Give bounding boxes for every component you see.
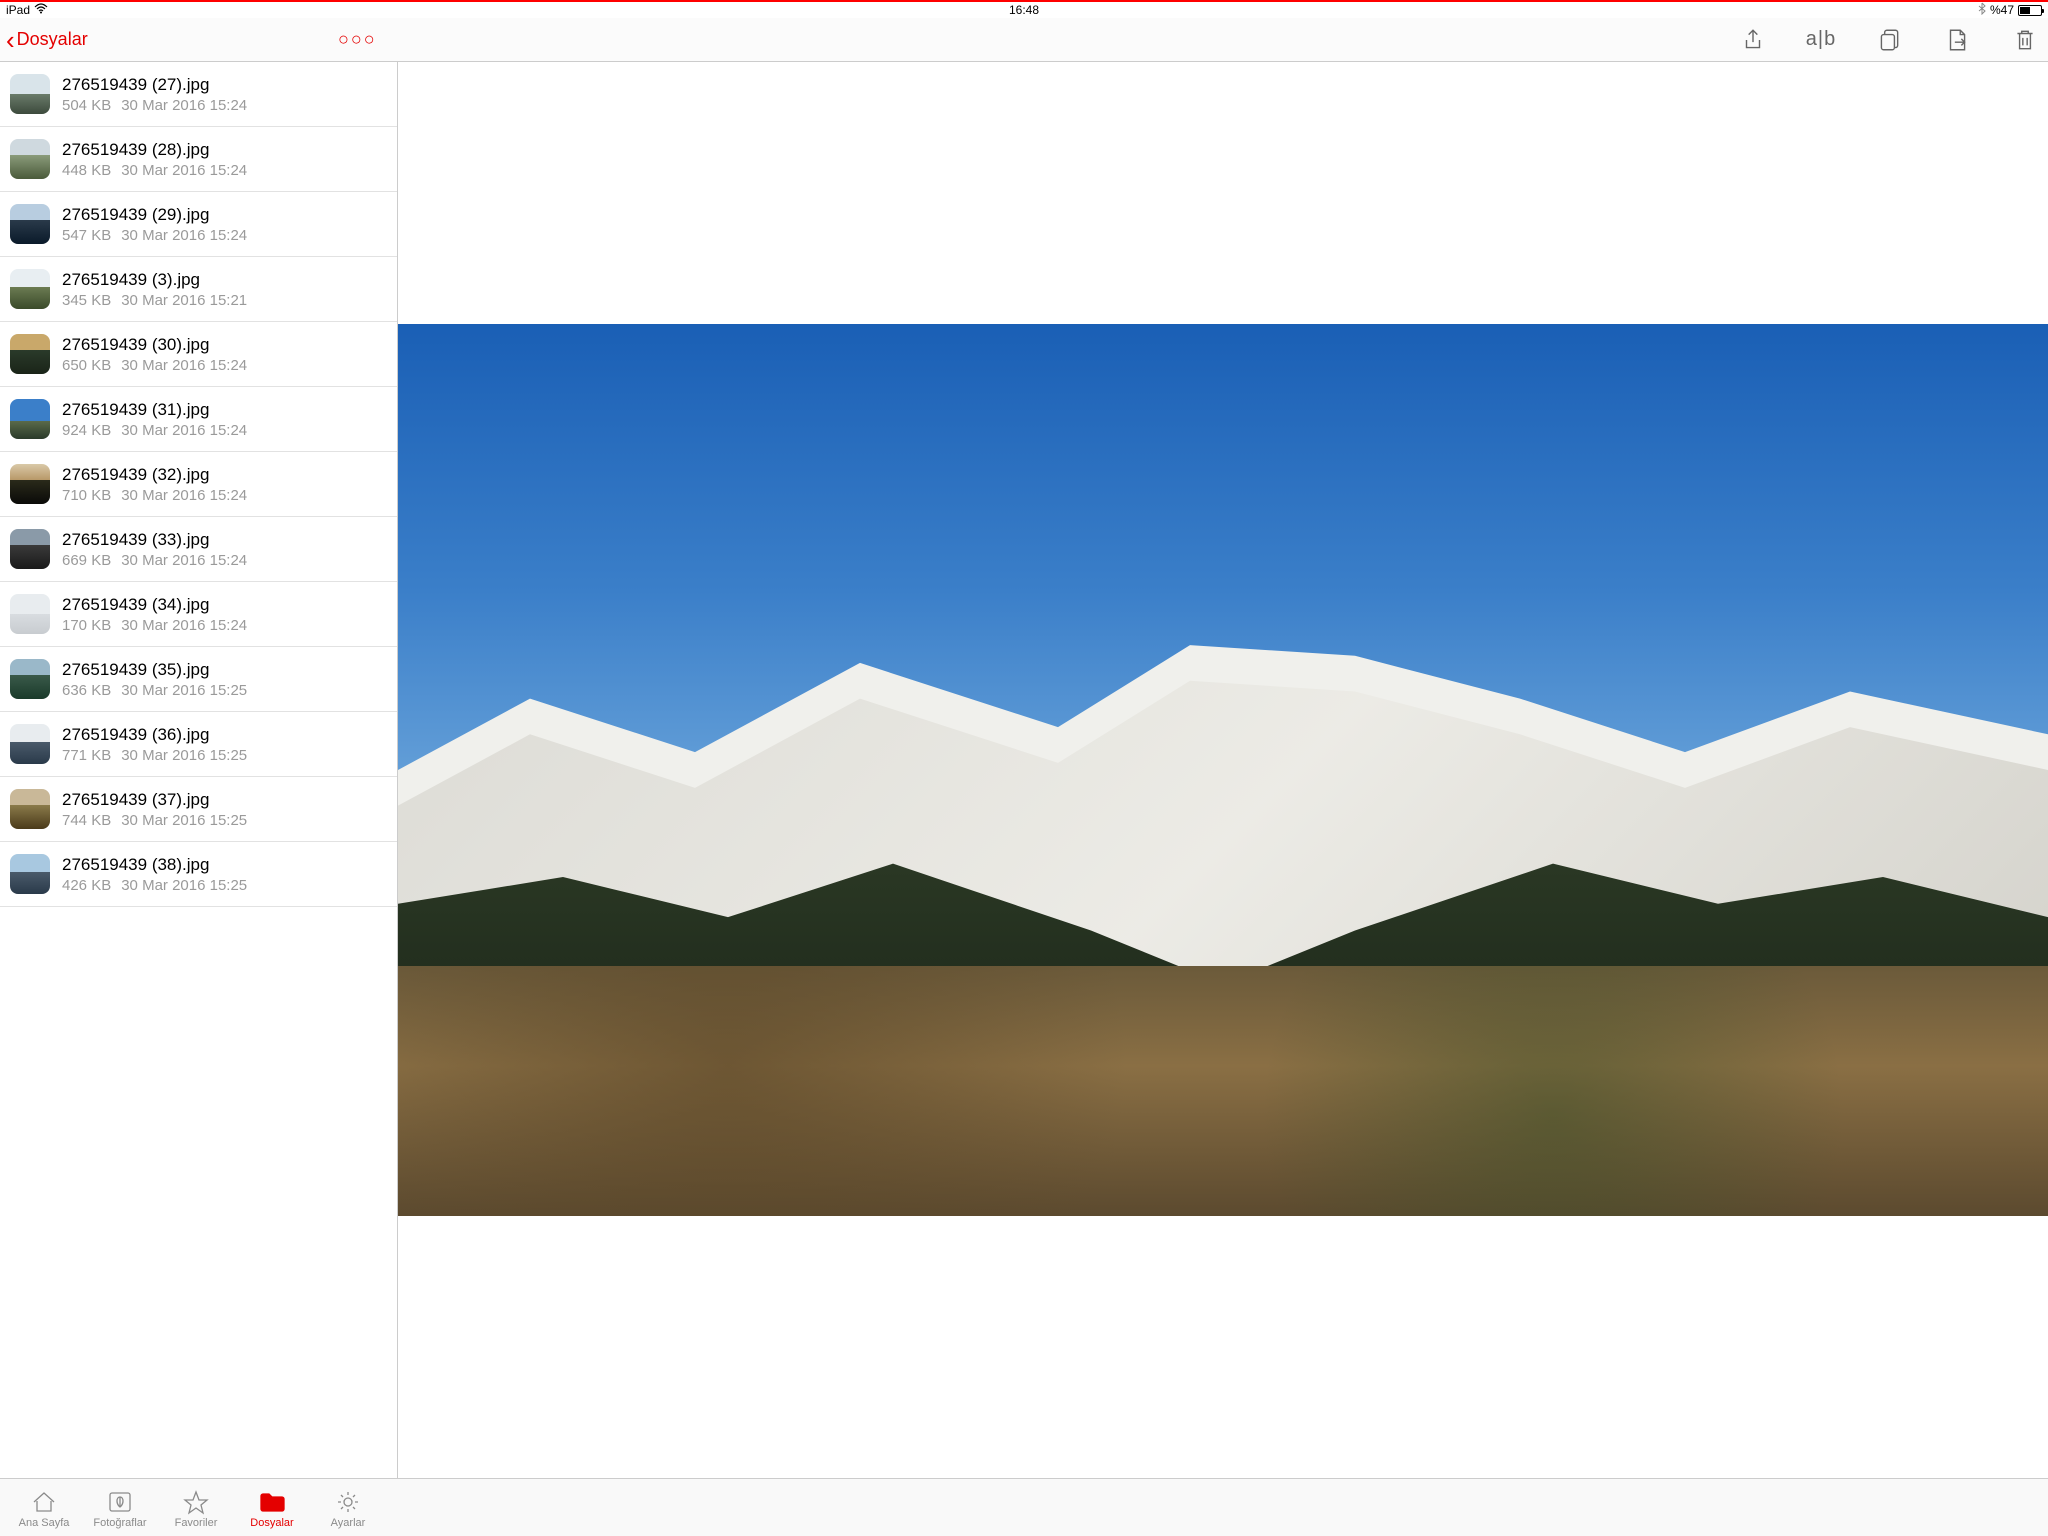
file-name: 276519439 (3).jpg <box>62 269 391 291</box>
file-name: 276519439 (29).jpg <box>62 204 391 226</box>
file-name: 276519439 (38).jpg <box>62 854 391 876</box>
device-label: iPad <box>6 3 30 17</box>
file-row[interactable]: 276519439 (29).jpg547 KB30 Mar 2016 15:2… <box>0 192 397 257</box>
file-list[interactable]: 276519439 (27).jpg504 KB30 Mar 2016 15:2… <box>0 62 398 1478</box>
tab-label: Ayarlar <box>331 1517 366 1529</box>
file-meta: 771 KB30 Mar 2016 15:25 <box>62 747 391 764</box>
status-bar: iPad 16:48 %47 <box>0 2 2048 18</box>
file-row[interactable]: 276519439 (3).jpg345 KB30 Mar 2016 15:21 <box>0 257 397 322</box>
move-button[interactable] <box>1944 27 1970 53</box>
file-row[interactable]: 276519439 (38).jpg426 KB30 Mar 2016 15:2… <box>0 842 397 907</box>
preview-image <box>398 324 2048 1216</box>
battery-icon <box>2018 5 2042 16</box>
tab-favorites[interactable]: Favoriler <box>158 1489 234 1529</box>
file-row[interactable]: 276519439 (35).jpg636 KB30 Mar 2016 15:2… <box>0 647 397 712</box>
preview-pane[interactable] <box>398 62 2048 1478</box>
rename-button[interactable]: a|b <box>1808 27 1834 53</box>
file-thumbnail <box>10 399 50 439</box>
gear-icon <box>334 1489 362 1515</box>
tab-home[interactable]: Ana Sayfa <box>6 1489 82 1529</box>
tab-label: Favoriler <box>175 1517 218 1529</box>
trash-icon <box>2012 27 2038 53</box>
file-thumbnail <box>10 269 50 309</box>
file-row[interactable]: 276519439 (31).jpg924 KB30 Mar 2016 15:2… <box>0 387 397 452</box>
file-name: 276519439 (37).jpg <box>62 789 391 811</box>
file-meta: 345 KB30 Mar 2016 15:21 <box>62 292 391 309</box>
tab-bar: Ana Sayfa Fotoğraflar Favoriler Dosyalar… <box>0 1478 2048 1536</box>
file-thumbnail <box>10 204 50 244</box>
file-row[interactable]: 276519439 (30).jpg650 KB30 Mar 2016 15:2… <box>0 322 397 387</box>
file-row[interactable]: 276519439 (37).jpg744 KB30 Mar 2016 15:2… <box>0 777 397 842</box>
bluetooth-icon <box>1978 2 1986 18</box>
tab-label: Dosyalar <box>250 1517 293 1529</box>
tab-settings[interactable]: Ayarlar <box>310 1489 386 1529</box>
tab-photos[interactable]: Fotoğraflar <box>82 1489 158 1529</box>
share-button[interactable] <box>1740 27 1766 53</box>
file-name: 276519439 (30).jpg <box>62 334 391 356</box>
file-name: 276519439 (35).jpg <box>62 659 391 681</box>
file-thumbnail <box>10 529 50 569</box>
file-thumbnail <box>10 594 50 634</box>
more-options-button[interactable]: ○○○ <box>338 29 377 50</box>
file-thumbnail <box>10 464 50 504</box>
file-meta: 547 KB30 Mar 2016 15:24 <box>62 227 391 244</box>
file-meta: 669 KB30 Mar 2016 15:24 <box>62 552 391 569</box>
file-thumbnail <box>10 789 50 829</box>
move-icon <box>1944 27 1970 53</box>
file-name: 276519439 (33).jpg <box>62 529 391 551</box>
file-meta: 504 KB30 Mar 2016 15:24 <box>62 97 391 114</box>
file-meta: 710 KB30 Mar 2016 15:24 <box>62 487 391 504</box>
clock: 16:48 <box>1009 3 1039 17</box>
file-row[interactable]: 276519439 (32).jpg710 KB30 Mar 2016 15:2… <box>0 452 397 517</box>
file-meta: 924 KB30 Mar 2016 15:24 <box>62 422 391 439</box>
file-thumbnail <box>10 334 50 374</box>
file-thumbnail <box>10 854 50 894</box>
file-name: 276519439 (36).jpg <box>62 724 391 746</box>
file-row[interactable]: 276519439 (36).jpg771 KB30 Mar 2016 15:2… <box>0 712 397 777</box>
file-thumbnail <box>10 659 50 699</box>
file-name: 276519439 (34).jpg <box>62 594 391 616</box>
tab-label: Fotoğraflar <box>93 1517 146 1529</box>
rename-label: a|b <box>1806 28 1836 51</box>
ellipsis-icon: ○○○ <box>338 29 377 49</box>
file-thumbnail <box>10 74 50 114</box>
file-thumbnail <box>10 724 50 764</box>
file-meta: 170 KB30 Mar 2016 15:24 <box>62 617 391 634</box>
file-meta: 744 KB30 Mar 2016 15:25 <box>62 812 391 829</box>
file-row[interactable]: 276519439 (27).jpg504 KB30 Mar 2016 15:2… <box>0 62 397 127</box>
star-icon <box>182 1489 210 1515</box>
battery-percent: %47 <box>1990 3 2014 17</box>
copy-icon <box>1876 27 1902 53</box>
back-label: Dosyalar <box>17 29 88 50</box>
file-meta: 636 KB30 Mar 2016 15:25 <box>62 682 391 699</box>
chevron-left-icon: ‹ <box>6 27 15 53</box>
file-row[interactable]: 276519439 (33).jpg669 KB30 Mar 2016 15:2… <box>0 517 397 582</box>
copy-button[interactable] <box>1876 27 1902 53</box>
navigation-bar: ‹ Dosyalar ○○○ a|b <box>0 18 2048 62</box>
file-name: 276519439 (32).jpg <box>62 464 391 486</box>
file-row[interactable]: 276519439 (28).jpg448 KB30 Mar 2016 15:2… <box>0 127 397 192</box>
wifi-icon <box>34 3 48 17</box>
file-meta: 448 KB30 Mar 2016 15:24 <box>62 162 391 179</box>
file-name: 276519439 (28).jpg <box>62 139 391 161</box>
back-button[interactable]: ‹ Dosyalar <box>0 27 88 53</box>
tab-files[interactable]: Dosyalar <box>234 1489 310 1529</box>
file-name: 276519439 (27).jpg <box>62 74 391 96</box>
file-name: 276519439 (31).jpg <box>62 399 391 421</box>
folder-icon <box>258 1489 286 1515</box>
home-icon <box>30 1489 58 1515</box>
share-icon <box>1740 27 1766 53</box>
file-meta: 650 KB30 Mar 2016 15:24 <box>62 357 391 374</box>
top-red-line <box>0 0 2048 2</box>
main-area: 276519439 (27).jpg504 KB30 Mar 2016 15:2… <box>0 62 2048 1478</box>
photos-icon <box>106 1489 134 1515</box>
tab-label: Ana Sayfa <box>19 1517 70 1529</box>
file-row[interactable]: 276519439 (34).jpg170 KB30 Mar 2016 15:2… <box>0 582 397 647</box>
file-thumbnail <box>10 139 50 179</box>
file-meta: 426 KB30 Mar 2016 15:25 <box>62 877 391 894</box>
delete-button[interactable] <box>2012 27 2038 53</box>
